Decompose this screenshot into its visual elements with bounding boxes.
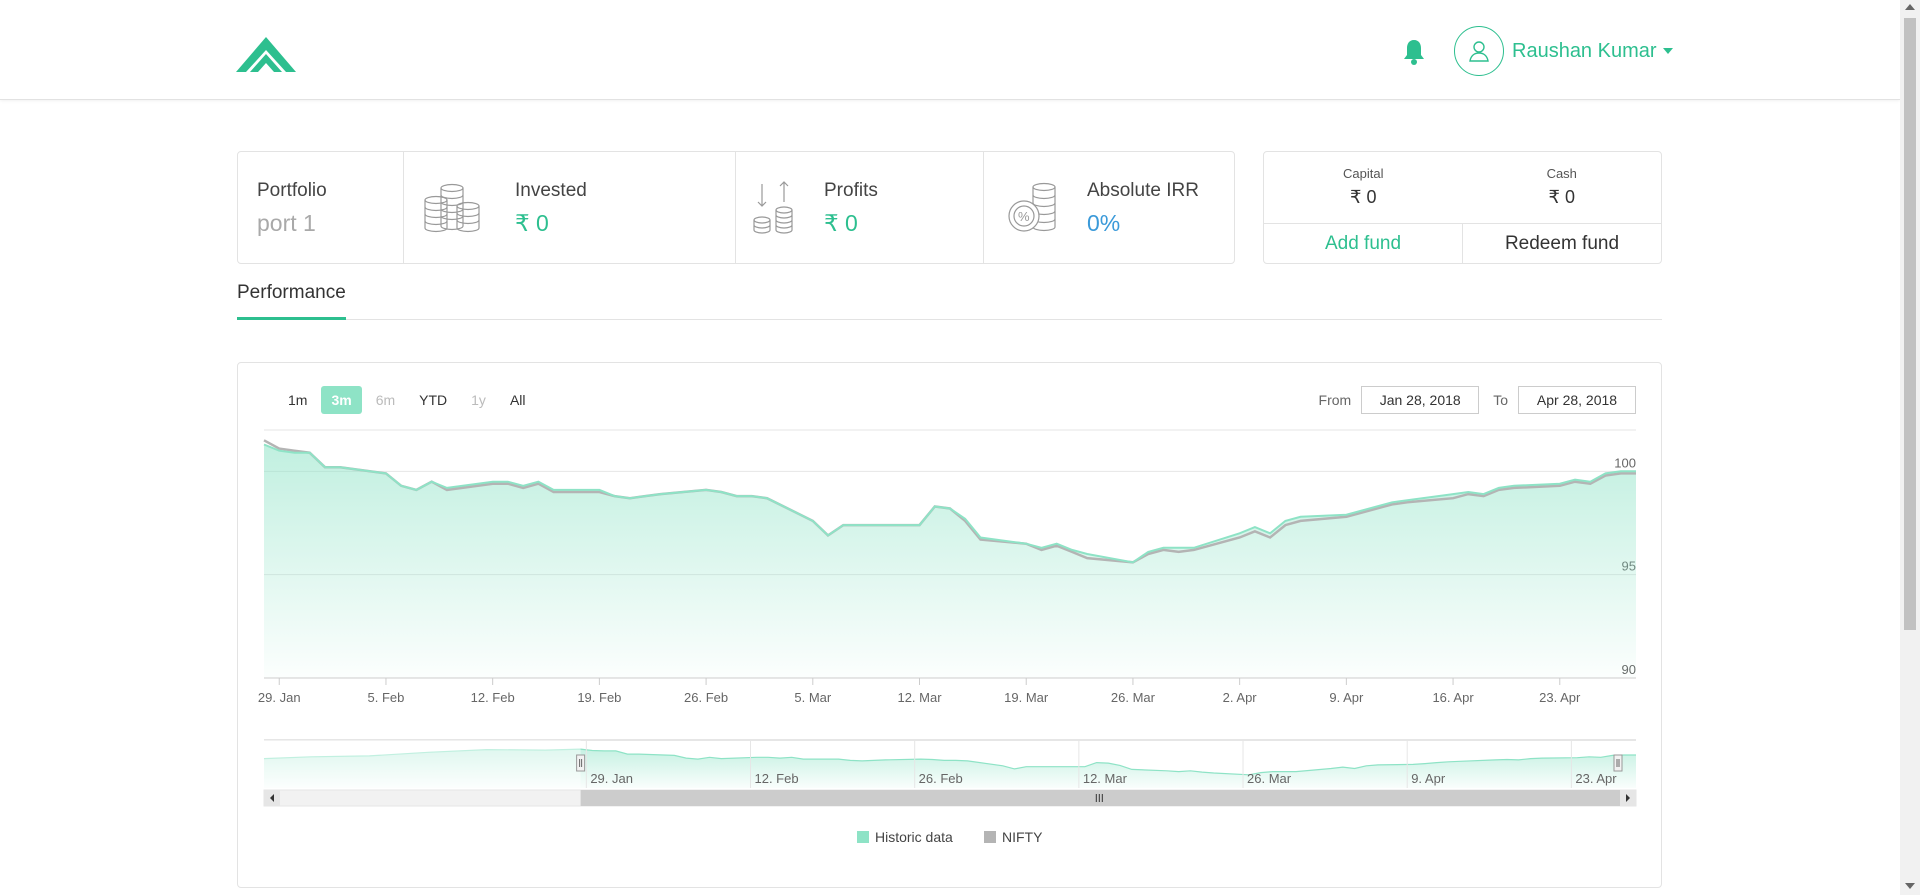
legend-item[interactable]: NIFTY [1002,829,1043,845]
x-tick-label: 19. Mar [1004,690,1049,705]
navigator-handle-left[interactable] [576,754,586,772]
legend-item[interactable]: Historic data [875,829,953,845]
navigator-handle-right[interactable] [1613,754,1623,772]
scroll-up-icon[interactable] [1905,4,1915,10]
legend-swatch[interactable] [857,831,869,843]
x-tick-label: 2. Apr [1223,690,1258,705]
historic-area [264,444,1636,678]
legend-swatch[interactable] [984,831,996,843]
x-tick-label: 12. Feb [471,690,515,705]
x-tick-label: 16. Apr [1432,690,1474,705]
scroll-down-icon[interactable] [1905,883,1915,889]
navigator-tick-label: 23. Apr [1575,771,1617,786]
y-tick-label: 100 [1614,455,1636,470]
x-tick-label: 26. Feb [684,690,728,705]
navigator-scrollbar-thumb[interactable] [580,790,1622,806]
x-tick-label: 26. Mar [1111,690,1156,705]
navigator-tick-label: 12. Feb [755,771,799,786]
x-tick-label: 5. Mar [794,690,832,705]
x-tick-label: 9. Apr [1329,690,1364,705]
page-scrollbar-thumb[interactable] [1904,18,1916,630]
x-tick-label: 12. Mar [897,690,942,705]
navigator-tick-label: 26. Mar [1247,771,1292,786]
navigator-tick-label: 9. Apr [1411,771,1446,786]
navigator-mask-left [264,740,581,788]
navigator-tick-label: 26. Feb [919,771,963,786]
page-scrollbar[interactable] [1900,0,1920,895]
x-tick-label: 29. Jan [258,690,301,705]
x-tick-label: 19. Feb [577,690,621,705]
x-tick-label: 5. Feb [368,690,405,705]
navigator-tick-label: 12. Mar [1083,771,1128,786]
navigator-tick-label: 29. Jan [590,771,633,786]
performance-chart: 909510029. Jan5. Feb12. Feb19. Feb26. Fe… [258,429,1637,845]
x-tick-label: 23. Apr [1539,690,1581,705]
